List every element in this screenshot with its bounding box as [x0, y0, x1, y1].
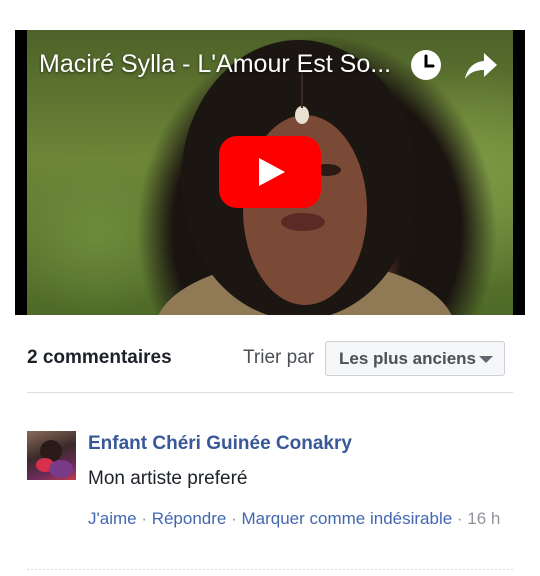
- comments-count: 2 commentaires: [27, 347, 172, 368]
- avatar-photo: [36, 440, 73, 478]
- separator: ·: [136, 509, 152, 528]
- divider: [27, 392, 513, 393]
- comment-text: Mon artiste preferé: [88, 468, 248, 489]
- reply-link[interactable]: Répondre: [152, 509, 227, 528]
- like-link[interactable]: J'aime: [88, 509, 137, 528]
- clock-icon[interactable]: [410, 49, 442, 81]
- share-arrow-icon[interactable]: [464, 51, 498, 81]
- comment-timestamp[interactable]: 16 h: [467, 509, 500, 528]
- video-embed[interactable]: Maciré Sylla - L'Amour Est So...: [15, 30, 525, 315]
- avatar[interactable]: [27, 431, 76, 480]
- mark-spam-link[interactable]: Marquer comme indésirable: [241, 509, 452, 528]
- sort-label: Trier par: [243, 347, 315, 368]
- comment-actions: J'aime · Répondre · Marquer comme indési…: [88, 506, 508, 531]
- sort-selected-value: Les plus anciens: [339, 348, 476, 368]
- separator: ·: [452, 509, 468, 528]
- video-title[interactable]: Maciré Sylla - L'Amour Est So...: [39, 50, 414, 79]
- youtube-play-icon[interactable]: [219, 136, 321, 208]
- divider: [27, 569, 513, 570]
- sort-dropdown[interactable]: Les plus anciens: [325, 341, 505, 376]
- separator: ·: [226, 509, 242, 528]
- caret-down-icon: [479, 356, 493, 363]
- comment-author[interactable]: Enfant Chéri Guinée Conakry: [88, 433, 352, 455]
